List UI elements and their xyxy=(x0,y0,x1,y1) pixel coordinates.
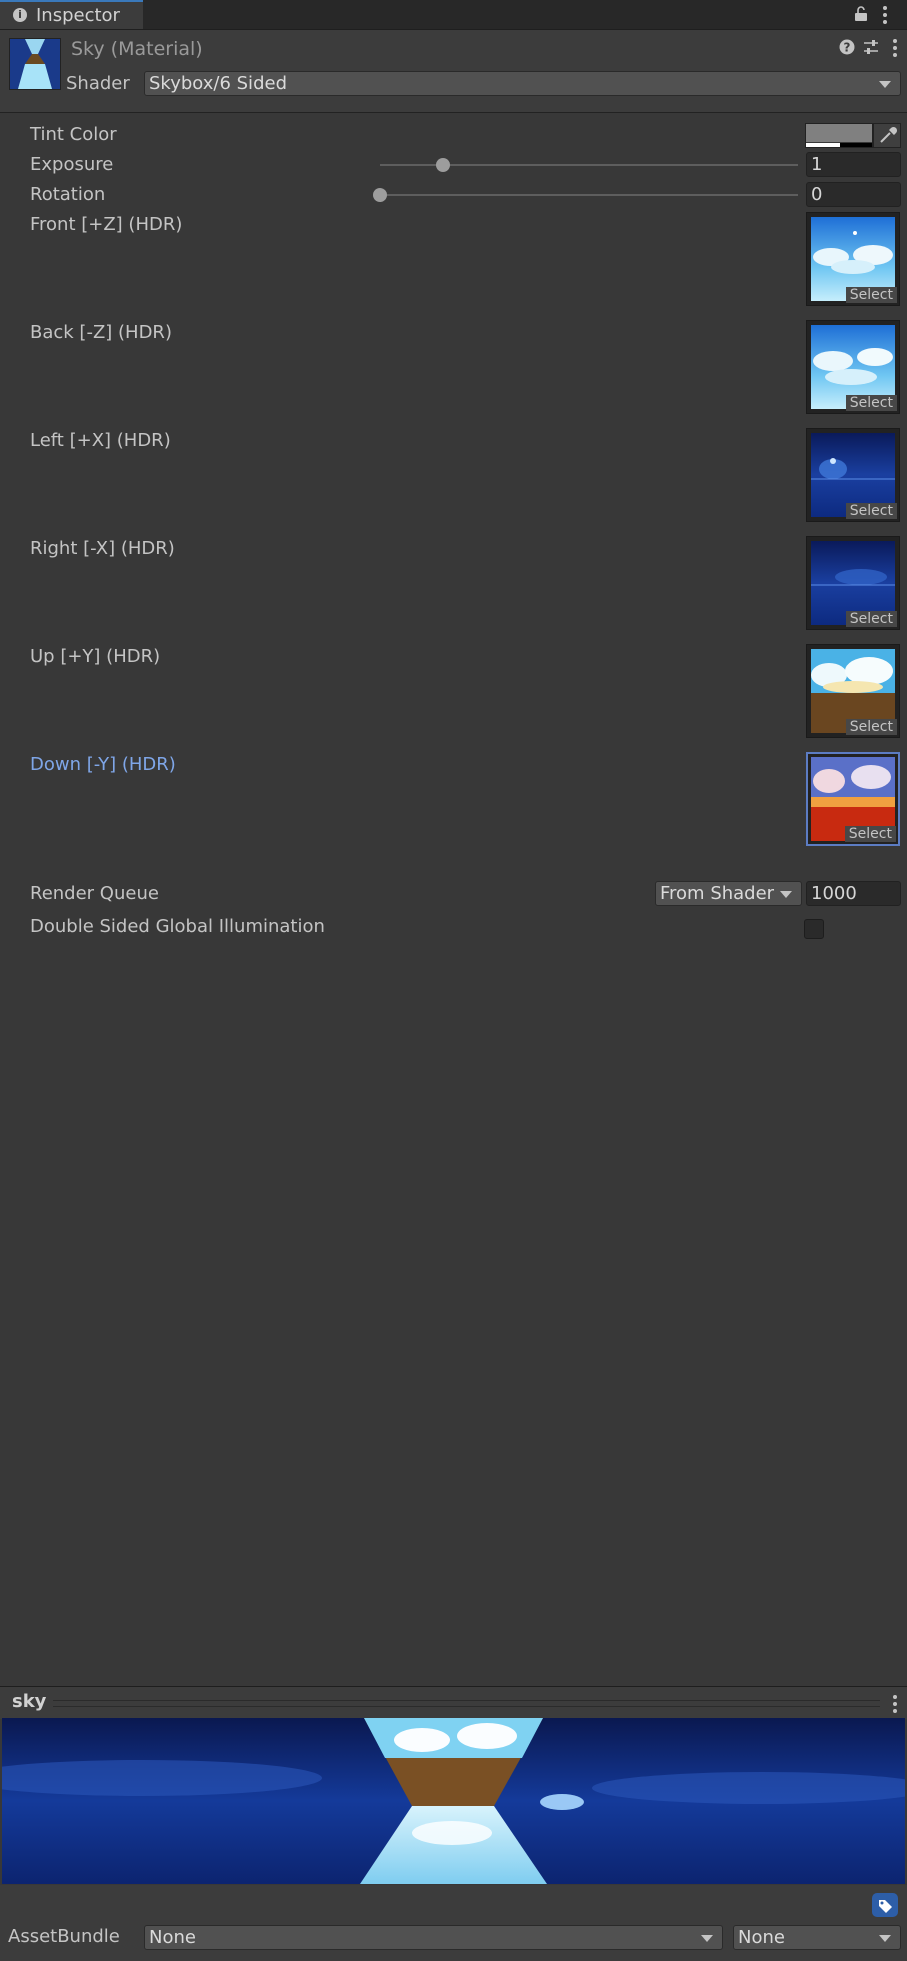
tint-color-swatch[interactable] xyxy=(805,123,873,148)
texture-slot-down[interactable]: Select xyxy=(806,752,900,846)
help-icon[interactable]: ? xyxy=(839,39,855,59)
texture-label-up: Up [+Y] (HDR) xyxy=(30,646,161,667)
svg-text:?: ? xyxy=(844,41,851,55)
exposure-label: Exposure xyxy=(30,154,114,175)
render-queue-mode: From Shader xyxy=(660,883,775,904)
texture-label-right: Right [-X] (HDR) xyxy=(30,538,175,559)
rotation-slider-track[interactable] xyxy=(380,194,798,196)
tint-color-label: Tint Color xyxy=(30,124,117,145)
assetbundle-name-value: None xyxy=(149,1927,196,1948)
assetbundle-name-dropdown[interactable]: None xyxy=(144,1925,723,1950)
preview-drag-handle[interactable] xyxy=(53,1700,880,1707)
tab-inspector[interactable]: i Inspector xyxy=(0,0,143,29)
rotation-label: Rotation xyxy=(30,184,106,205)
preset-icon[interactable] xyxy=(863,39,879,60)
texture-slot-front[interactable]: Select xyxy=(806,212,900,306)
shader-value: Skybox/6 Sided xyxy=(149,73,287,94)
tab-bar: i Inspector xyxy=(0,0,907,30)
alpha-bar-black xyxy=(840,143,872,147)
label-tag-icon[interactable] xyxy=(872,1893,898,1917)
preview-menu-icon[interactable] xyxy=(893,1695,899,1716)
texture-select-button-up[interactable]: Select xyxy=(845,719,897,735)
render-queue-dropdown[interactable]: From Shader xyxy=(655,881,802,906)
texture-select-button-front[interactable]: Select xyxy=(845,287,897,303)
assetbundle-variant-dropdown[interactable]: None xyxy=(733,1925,901,1950)
exposure-field[interactable]: 1 xyxy=(806,152,901,177)
material-name: Sky (Material) xyxy=(71,38,203,60)
tab-title: Inspector xyxy=(36,5,120,26)
lock-icon[interactable] xyxy=(854,6,868,22)
texture-slot-back[interactable]: Select xyxy=(806,320,900,414)
chevron-down-icon xyxy=(701,1935,713,1942)
texture-label-front: Front [+Z] (HDR) xyxy=(30,214,183,235)
skybox-preview[interactable] xyxy=(0,1718,907,1884)
chevron-down-icon xyxy=(879,81,891,88)
eyedropper-icon xyxy=(880,126,898,143)
assetbundle-variant-value: None xyxy=(738,1927,785,1948)
double-sided-gi-checkbox[interactable] xyxy=(804,919,824,939)
texture-label-left: Left [+X] (HDR) xyxy=(30,430,171,451)
eyedropper-button[interactable] xyxy=(873,123,901,148)
texture-slot-right[interactable]: Select xyxy=(806,536,900,630)
preview-header: sky xyxy=(0,1686,907,1719)
material-preview-thumbnail xyxy=(9,38,61,90)
chevron-down-icon xyxy=(879,1935,891,1942)
assetbundle-label: AssetBundle xyxy=(8,1926,120,1947)
texture-select-button-left[interactable]: Select xyxy=(845,503,897,519)
alpha-bar-white xyxy=(806,143,840,147)
texture-label-down: Down [-Y] (HDR) xyxy=(30,754,176,775)
info-icon: i xyxy=(13,8,27,22)
preview-title: sky xyxy=(12,1691,47,1712)
rotation-field[interactable]: 0 xyxy=(806,182,901,207)
render-queue-field[interactable]: 1000 xyxy=(806,881,901,906)
shader-dropdown[interactable]: Skybox/6 Sided xyxy=(144,71,901,96)
texture-select-button-back[interactable]: Select xyxy=(845,395,897,411)
texture-select-button-down[interactable]: Select xyxy=(844,826,896,842)
material-menu-icon[interactable] xyxy=(893,39,899,60)
tag-icon xyxy=(879,1900,892,1913)
texture-label-back: Back [-Z] (HDR) xyxy=(30,322,172,343)
render-queue-label: Render Queue xyxy=(30,883,159,904)
texture-slot-left[interactable]: Select xyxy=(806,428,900,522)
texture-slot-up[interactable]: Select xyxy=(806,644,900,738)
texture-select-button-right[interactable]: Select xyxy=(845,611,897,627)
rotation-slider-knob[interactable] xyxy=(373,188,387,202)
double-sided-gi-label: Double Sided Global Illumination xyxy=(30,916,325,937)
shader-label: Shader xyxy=(66,73,130,94)
exposure-slider-knob[interactable] xyxy=(435,158,450,172)
tint-color-fill xyxy=(806,124,872,142)
tab-menu-icon[interactable] xyxy=(883,6,889,27)
chevron-down-icon xyxy=(780,891,792,898)
